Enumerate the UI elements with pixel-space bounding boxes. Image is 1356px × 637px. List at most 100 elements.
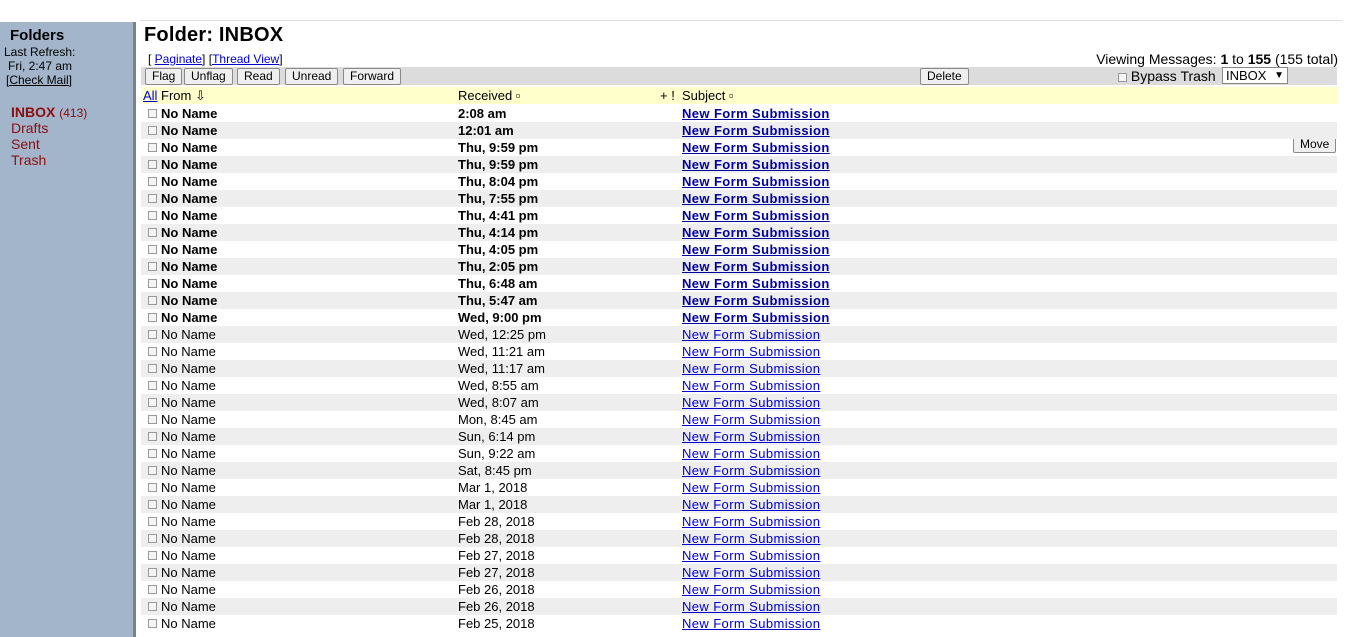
table-row[interactable]: No Name Feb 28, 2018 New Form Submission [141, 513, 1337, 530]
row-checkbox[interactable] [148, 262, 157, 271]
select-all-link[interactable]: All [143, 88, 157, 103]
table-row[interactable]: No Name Mar 1, 2018 New Form Submission [141, 479, 1337, 496]
row-checkbox[interactable] [148, 432, 157, 441]
row-subject-link[interactable]: New Form Submission [682, 411, 820, 428]
bypass-trash-checkbox[interactable] [1118, 72, 1127, 82]
column-subject[interactable]: Subject ▫ [682, 88, 734, 103]
row-checkbox[interactable] [148, 483, 157, 492]
row-subject-link[interactable]: New Form Submission [682, 462, 820, 479]
row-checkbox[interactable] [148, 415, 157, 424]
row-subject-link[interactable]: New Form Submission [682, 343, 820, 360]
table-row[interactable]: No Name Mon, 8:45 am New Form Submission [141, 411, 1337, 428]
read-button[interactable]: Read [237, 68, 280, 85]
table-row[interactable]: No Name Sun, 9:22 am New Form Submission [141, 445, 1337, 462]
row-subject-link[interactable]: New Form Submission [682, 105, 830, 122]
row-subject-link[interactable]: New Form Submission [682, 360, 820, 377]
row-subject-link[interactable]: New Form Submission [682, 496, 820, 513]
row-subject-link[interactable]: New Form Submission [682, 275, 830, 292]
row-checkbox[interactable] [148, 296, 157, 305]
row-checkbox[interactable] [148, 347, 157, 356]
forward-button[interactable]: Forward [343, 68, 402, 85]
row-checkbox[interactable] [148, 381, 157, 390]
row-subject-link[interactable]: New Form Submission [682, 394, 820, 411]
row-subject-link[interactable]: New Form Submission [682, 445, 820, 462]
row-subject-link[interactable]: New Form Submission [682, 292, 830, 309]
row-subject-link[interactable]: New Form Submission [682, 615, 820, 632]
row-subject-link[interactable]: New Form Submission [682, 513, 820, 530]
table-row[interactable]: No Name Thu, 8:04 pm New Form Submission [141, 173, 1337, 190]
row-checkbox[interactable] [148, 313, 157, 322]
row-subject-link[interactable]: New Form Submission [682, 326, 820, 343]
row-checkbox[interactable] [148, 228, 157, 237]
folder-sent[interactable]: Sent [11, 136, 40, 152]
column-received[interactable]: Received ▫ [458, 88, 520, 103]
table-row[interactable]: No Name Thu, 9:59 pm New Form Submission [141, 139, 1337, 156]
row-subject-link[interactable]: New Form Submission [682, 530, 820, 547]
row-subject-link[interactable]: New Form Submission [682, 156, 830, 173]
table-row[interactable]: No Name Feb 27, 2018 New Form Submission [141, 547, 1337, 564]
row-subject-link[interactable]: New Form Submission [682, 581, 820, 598]
table-row[interactable]: No Name Feb 25, 2018 New Form Submission [141, 615, 1337, 632]
row-checkbox[interactable] [148, 517, 157, 526]
paginate-link[interactable]: Paginate [155, 52, 202, 66]
delete-button[interactable]: Delete [920, 68, 969, 85]
row-subject-link[interactable]: New Form Submission [682, 598, 820, 615]
row-checkbox[interactable] [148, 364, 157, 373]
row-subject-link[interactable]: New Form Submission [682, 241, 830, 258]
table-row[interactable]: No Name Wed, 8:07 am New Form Submission [141, 394, 1337, 411]
row-checkbox[interactable] [148, 551, 157, 560]
row-checkbox[interactable] [148, 143, 157, 152]
row-checkbox[interactable] [148, 466, 157, 475]
table-row[interactable]: No Name Wed, 9:00 pm New Form Submission [141, 309, 1337, 326]
row-checkbox[interactable] [148, 449, 157, 458]
table-row[interactable]: No Name Thu, 4:05 pm New Form Submission [141, 241, 1337, 258]
column-from[interactable]: From ⇩ [161, 88, 206, 104]
row-subject-link[interactable]: New Form Submission [682, 564, 820, 581]
row-checkbox[interactable] [148, 619, 157, 628]
table-row[interactable]: No Name Feb 26, 2018 New Form Submission [141, 581, 1337, 598]
table-row[interactable]: No Name Thu, 6:48 am New Form Submission [141, 275, 1337, 292]
row-checkbox[interactable] [148, 534, 157, 543]
move-folder-select[interactable]: INBOX ▼ [1222, 67, 1288, 84]
folder-trash[interactable]: Trash [11, 152, 46, 168]
table-row[interactable]: No Name Wed, 11:17 am New Form Submission [141, 360, 1337, 377]
row-subject-link[interactable]: New Form Submission [682, 377, 820, 394]
table-row[interactable]: No Name Thu, 9:59 pm New Form Submission [141, 156, 1337, 173]
row-subject-link[interactable]: New Form Submission [682, 122, 830, 139]
table-row[interactable]: No Name Wed, 11:21 am New Form Submission [141, 343, 1337, 360]
table-row[interactable]: No Name Feb 28, 2018 New Form Submission [141, 530, 1337, 547]
row-checkbox[interactable] [148, 500, 157, 509]
table-row[interactable]: No Name Wed, 8:55 am New Form Submission [141, 377, 1337, 394]
row-checkbox[interactable] [148, 211, 157, 220]
row-subject-link[interactable]: New Form Submission [682, 479, 820, 496]
folder-drafts[interactable]: Drafts [11, 120, 48, 136]
table-row[interactable]: No Name Thu, 4:41 pm New Form Submission [141, 207, 1337, 224]
row-checkbox[interactable] [148, 126, 157, 135]
row-subject-link[interactable]: New Form Submission [682, 547, 820, 564]
unflag-button[interactable]: Unflag [184, 68, 233, 85]
row-checkbox[interactable] [148, 194, 157, 203]
row-checkbox[interactable] [148, 330, 157, 339]
table-row[interactable]: No Name 2:08 am New Form Submission [141, 105, 1337, 122]
flag-button[interactable]: Flag [145, 68, 183, 85]
row-subject-link[interactable]: New Form Submission [682, 224, 830, 241]
table-row[interactable]: No Name Feb 26, 2018 New Form Submission [141, 598, 1337, 615]
row-checkbox[interactable] [148, 568, 157, 577]
row-checkbox[interactable] [148, 585, 157, 594]
row-subject-link[interactable]: New Form Submission [682, 309, 830, 326]
table-row[interactable]: No Name Feb 27, 2018 New Form Submission [141, 564, 1337, 581]
table-row[interactable]: No Name Thu, 5:47 am New Form Submission [141, 292, 1337, 309]
row-subject-link[interactable]: New Form Submission [682, 207, 830, 224]
row-checkbox[interactable] [148, 245, 157, 254]
table-row[interactable]: No Name 12:01 am New Form Submission [141, 122, 1337, 139]
table-row[interactable]: No Name Thu, 4:14 pm New Form Submission [141, 224, 1337, 241]
row-checkbox[interactable] [148, 602, 157, 611]
thread-view-link[interactable]: Thread View [212, 52, 279, 66]
row-checkbox[interactable] [148, 279, 157, 288]
folder-inbox[interactable]: INBOX (413) [11, 104, 87, 120]
row-subject-link[interactable]: New Form Submission [682, 428, 820, 445]
row-subject-link[interactable]: New Form Submission [682, 139, 830, 156]
table-row[interactable]: No Name Wed, 12:25 pm New Form Submission [141, 326, 1337, 343]
row-subject-link[interactable]: New Form Submission [682, 173, 830, 190]
row-subject-link[interactable]: New Form Submission [682, 258, 830, 275]
